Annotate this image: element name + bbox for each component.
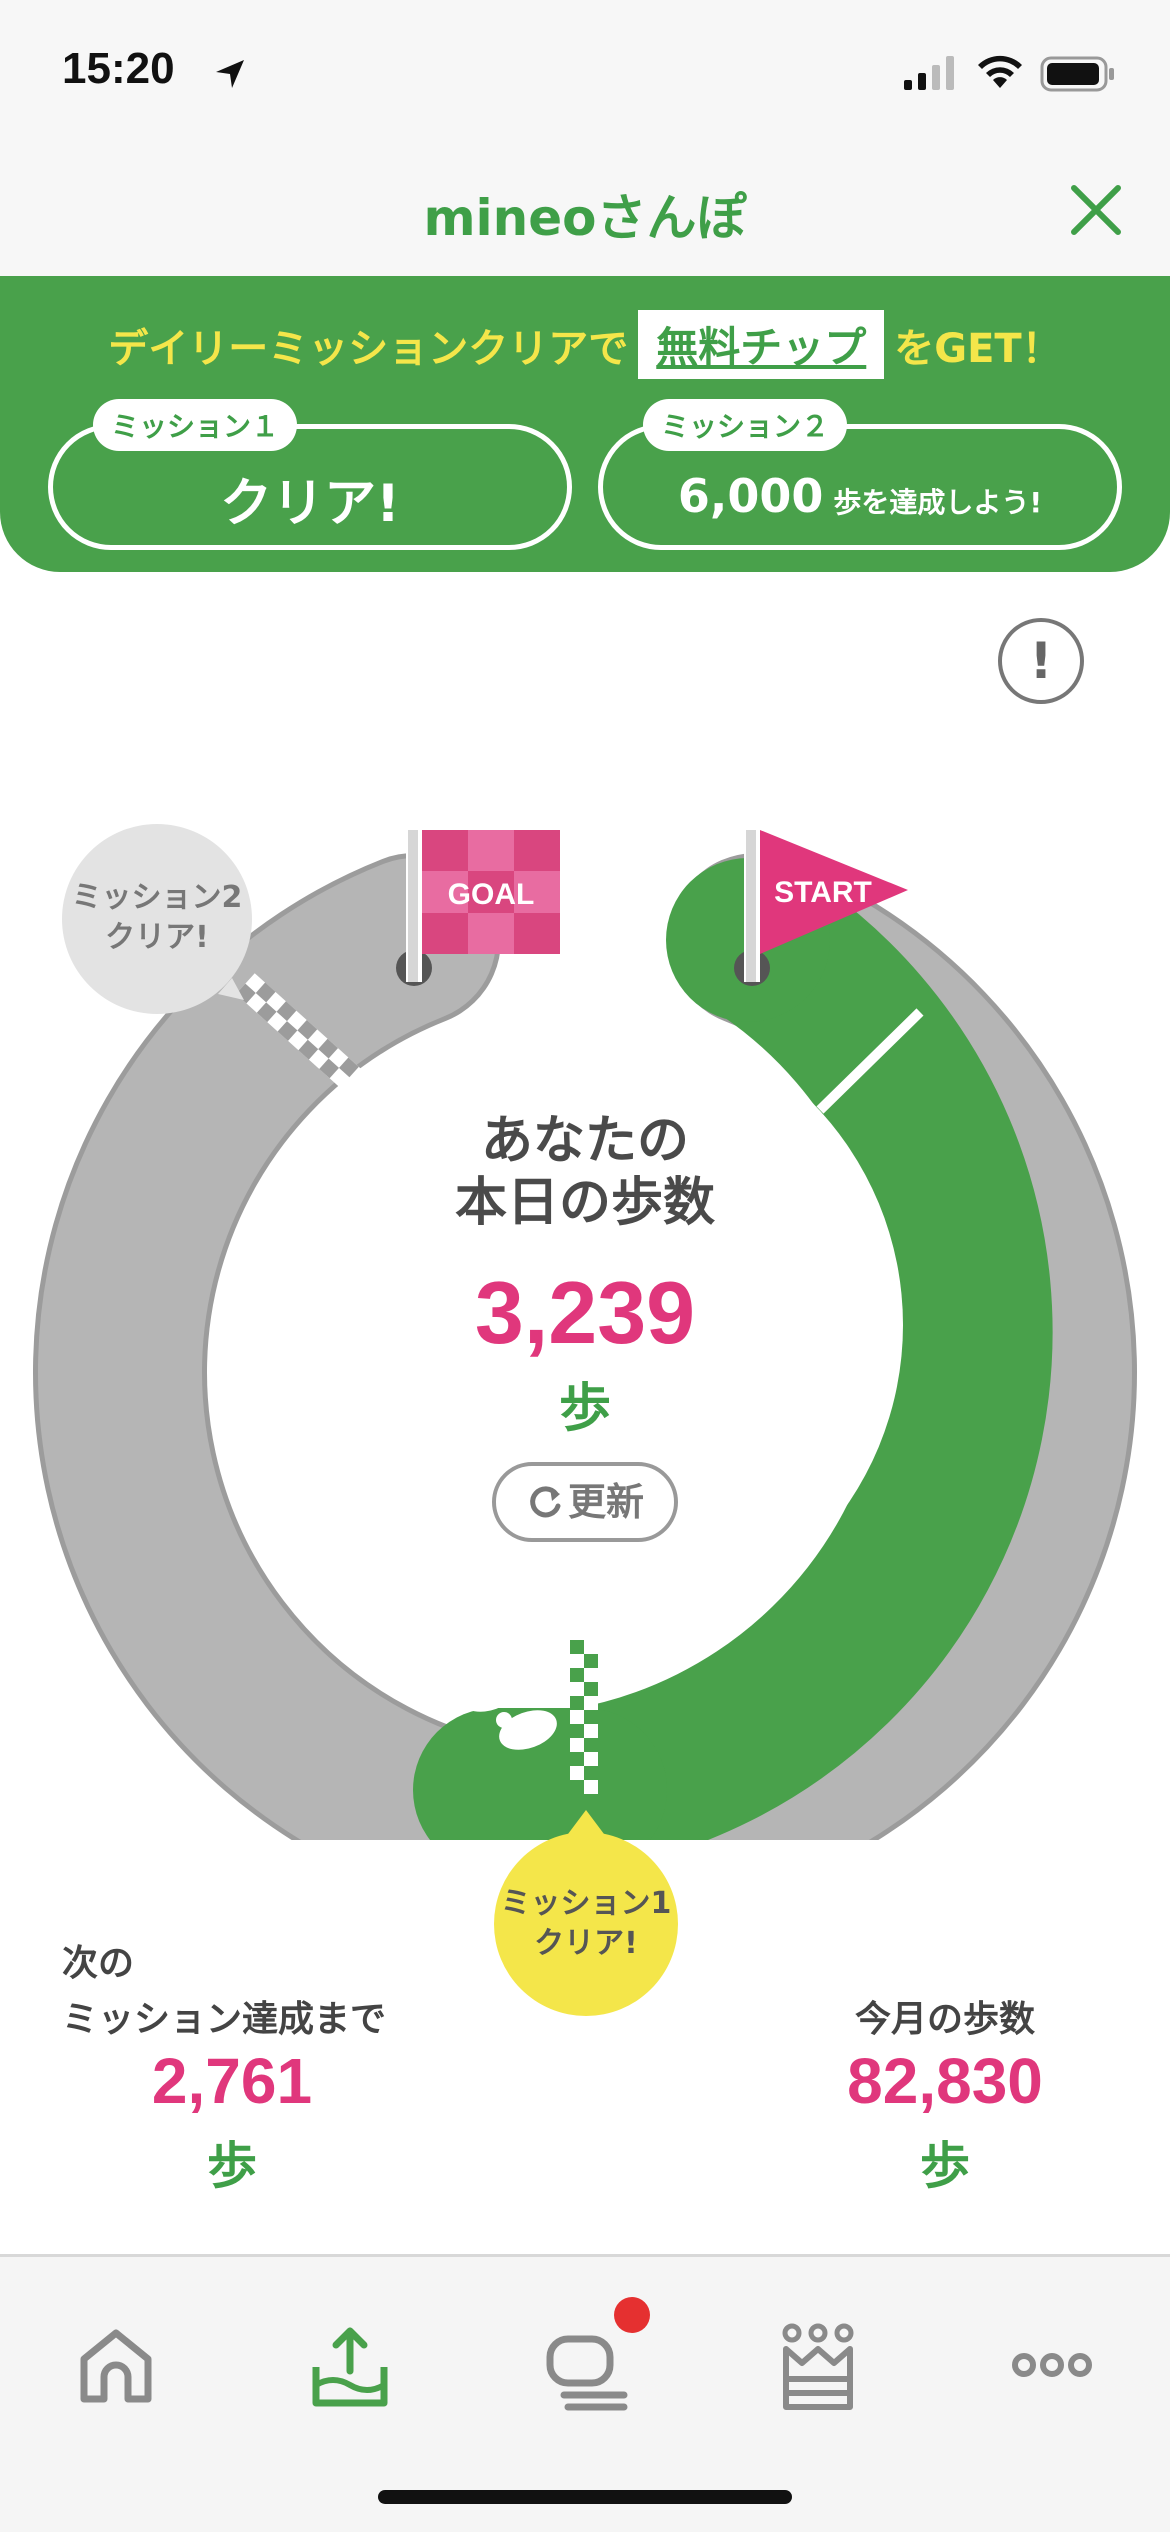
home-indicator: [378, 2490, 792, 2504]
chat-icon[interactable]: [534, 2315, 634, 2415]
banner-text-before: デイリーミッションクリアで: [108, 326, 629, 372]
month-steps-unit: 歩: [920, 2137, 970, 2195]
home-icon[interactable]: [66, 2315, 166, 2415]
next-mission-label: 次の ミッション達成まで: [62, 1936, 386, 2048]
refresh-icon: [530, 1486, 561, 1518]
today-steps-unit: 歩: [558, 1379, 611, 1439]
app-header: mineoさんぽ: [0, 140, 1170, 276]
next-mission-label-line2: ミッション達成まで: [62, 1999, 387, 2040]
info-button[interactable]: !: [998, 618, 1084, 704]
mission2-bubble-line2: クリア!: [105, 920, 209, 955]
mission-1-tag: ミッション１: [93, 399, 298, 451]
mission2-clear-bubble: ミッション2 クリア!: [62, 824, 252, 1014]
mission1-bubble-line2: クリア!: [534, 1926, 638, 1961]
goal-flag-label: GOAL: [448, 878, 535, 911]
crown-icon[interactable]: [768, 2315, 868, 2415]
mission1-checker-line: [570, 1640, 598, 1794]
walk-upload-icon[interactable]: [300, 2315, 400, 2415]
next-mission-unit: 歩: [207, 2137, 257, 2195]
banner-text-after: をGET！: [894, 326, 1062, 372]
mission-1-status: クリア!: [220, 474, 400, 534]
today-steps-label: あなたの 本日の歩数: [385, 1110, 785, 1234]
mission1-bubble-line1: ミッション1: [500, 1886, 672, 1921]
mission-2-card: ミッション２ 6,000 歩を達成しよう!: [598, 399, 1122, 550]
wifi-icon: [978, 55, 1022, 88]
mission-2-tag: ミッション２: [643, 399, 848, 451]
month-steps-label: 今月の歩数: [854, 1999, 1035, 2040]
start-flag-label: START: [774, 876, 872, 909]
cellular-signal-icon: [904, 56, 954, 90]
mission-2-goal-number: 6,000: [677, 469, 824, 523]
today-steps-label-line1: あなたの: [480, 1111, 689, 1171]
next-mission-label-line1: 次の: [62, 1943, 135, 1984]
mission-1-card: ミッション１ クリア!: [48, 399, 572, 550]
battery-icon: [1040, 56, 1114, 92]
today-steps-value: 3,239: [474, 1263, 696, 1362]
banner-text: デイリーミッションクリアで 無料チップ をGET！: [0, 310, 1170, 379]
status-bar: 15:20: [0, 0, 1170, 140]
next-mission-steps: 2,761: [151, 2045, 313, 2117]
mission1-clear-bubble: ミッション1 クリア!: [494, 1832, 678, 2016]
daily-mission-banner: デイリーミッションクリアで 無料チップ をGET！ ミッション１ クリア! ミッショ…: [0, 276, 1170, 572]
close-button[interactable]: [1066, 180, 1126, 240]
refresh-button[interactable]: 更新: [492, 1462, 678, 1542]
page-title: mineoさんぽ: [423, 189, 747, 247]
mission-2-goal: 6,000 歩を達成しよう!: [603, 469, 1117, 523]
status-time: 15:20: [62, 44, 175, 93]
location-arrow-icon: [216, 60, 244, 88]
today-steps-label-line2: 本日の歩数: [454, 1173, 715, 1233]
mission2-bubble-line1: ミッション2: [71, 880, 243, 915]
free-chip-highlight: 無料チップ: [638, 310, 885, 379]
refresh-label: 更新: [567, 1480, 644, 1524]
month-steps-value: 82,830: [847, 2045, 1043, 2117]
notification-badge: [614, 2297, 650, 2333]
mission-2-goal-text: 歩を達成しよう!: [833, 486, 1043, 519]
more-icon[interactable]: [1002, 2315, 1102, 2415]
